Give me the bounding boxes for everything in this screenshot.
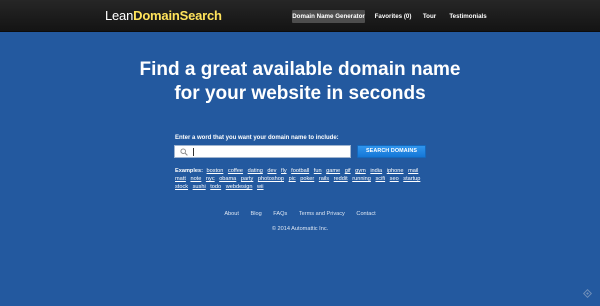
nav-favorites[interactable]: Favorites (0) (373, 10, 413, 23)
example-word-link[interactable]: dating (248, 168, 263, 174)
example-word-link[interactable]: webdesign (226, 184, 253, 190)
site-logo[interactable]: LeanDomainSearch (105, 9, 222, 23)
example-word-link[interactable]: todo (210, 184, 221, 190)
nav-tour[interactable]: Tour (419, 10, 440, 23)
example-word-link[interactable]: football (291, 168, 309, 174)
example-word-link[interactable]: scifi (375, 176, 385, 182)
example-word-link[interactable]: fly (281, 168, 287, 174)
example-word-link[interactable]: boston (207, 168, 224, 174)
search-field[interactable] (174, 145, 351, 158)
example-word-link[interactable]: india (370, 168, 382, 174)
example-word-link[interactable]: coffee (228, 168, 243, 174)
diamond-nav-icon[interactable] (583, 289, 592, 298)
example-word-link[interactable]: obama (219, 176, 236, 182)
example-word-link[interactable]: photoshop (258, 176, 284, 182)
logo-part-domainsearch: DomainSearch (133, 8, 222, 23)
example-word-link[interactable]: poker (300, 176, 314, 182)
example-word-link[interactable]: dev (267, 168, 276, 174)
copyright: © 2014 Automattic Inc. (271, 226, 329, 232)
example-word-link[interactable]: sushi (193, 184, 206, 190)
example-word-link[interactable]: pic (289, 176, 296, 182)
top-navbar: LeanDomainSearch Domain Name Generator F… (0, 0, 600, 32)
search-domains-button[interactable]: SEARCH DOMAINS (357, 145, 426, 158)
example-word-link[interactable]: rails (319, 176, 329, 182)
example-word-link[interactable]: wii (257, 184, 264, 190)
example-word-link[interactable]: gym (355, 168, 366, 174)
search-label: Enter a word that you want your domain n… (175, 135, 339, 141)
example-words: boston coffee dating dev fly football fu… (175, 168, 423, 190)
footer-link-faqs[interactable]: FAQs (273, 211, 287, 217)
example-word-link[interactable]: stock (175, 184, 188, 190)
footer-link-about[interactable]: About (224, 211, 239, 217)
footer-link-blog[interactable]: Blog (251, 211, 262, 217)
text-caret (193, 148, 194, 156)
example-word-link[interactable]: seo (390, 176, 399, 182)
examples-list: Examples: boston coffee dating dev fly f… (175, 167, 430, 192)
example-word-link[interactable]: nyc (206, 176, 215, 182)
example-word-link[interactable]: game (326, 168, 340, 174)
example-word-link[interactable]: party (241, 176, 253, 182)
search-input[interactable] (175, 146, 350, 157)
example-word-link[interactable]: iphone (387, 168, 404, 174)
example-word-link[interactable]: fun (314, 168, 322, 174)
nav-domain-name-generator[interactable]: Domain Name Generator (292, 10, 365, 23)
example-word-link[interactable]: note (190, 176, 201, 182)
example-word-link[interactable]: startup (403, 176, 420, 182)
footer-links: About Blog FAQs Terms and Privacy Contac… (0, 211, 600, 217)
footer-link-terms[interactable]: Terms and Privacy (299, 211, 345, 217)
example-word-link[interactable]: running (352, 176, 371, 182)
examples-label: Examples: (175, 168, 203, 174)
example-word-link[interactable]: matt (175, 176, 186, 182)
logo-part-lean: Lean (105, 8, 134, 23)
hero-heading: Find a great available domain name for y… (0, 58, 600, 106)
hero-line-2: for your website in seconds (174, 83, 426, 104)
example-word-link[interactable]: mail (408, 168, 418, 174)
nav-testimonials[interactable]: Testimonials (448, 10, 488, 23)
footer-link-contact[interactable]: Contact (356, 211, 375, 217)
example-word-link[interactable]: reddit (334, 176, 348, 182)
hero-line-1: Find a great available domain name (139, 59, 461, 80)
example-word-link[interactable]: gif (345, 168, 351, 174)
